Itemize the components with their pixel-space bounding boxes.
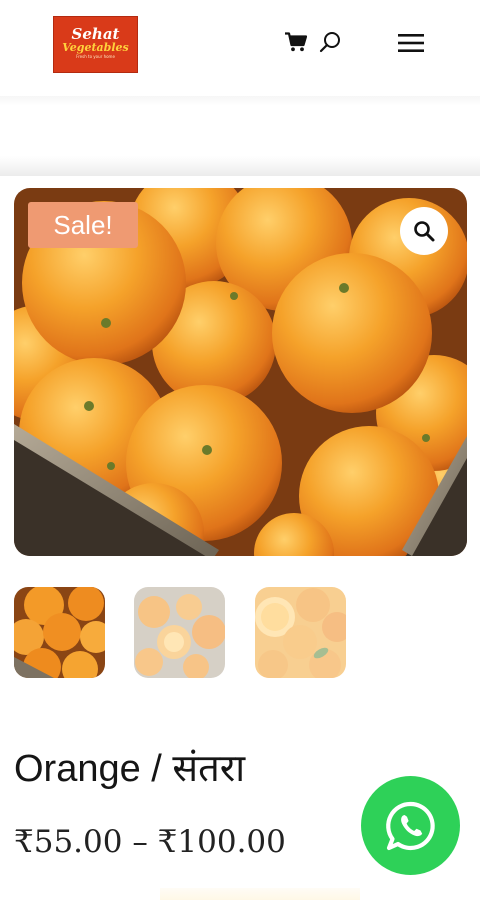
sale-badge: Sale! [28,202,138,248]
site-header: Sehat Vegetables Fresh to your home [0,0,480,96]
header-spacer [0,96,480,176]
cart-icon[interactable] [285,32,307,52]
next-section-hint [160,888,360,900]
logo-text-vegetables: Vegetables [62,41,129,54]
whatsapp-icon [385,801,435,850]
whatsapp-button[interactable] [361,776,460,875]
thumbnail-1[interactable] [14,587,105,678]
magnifier-icon [414,221,435,242]
product-title: Orange / संतरा [14,748,246,790]
search-icon[interactable] [318,30,342,54]
site-logo[interactable]: Sehat Vegetables Fresh to your home [53,16,138,73]
product-price: ₹55.00 – ₹100.00 [14,824,286,860]
logo-text-sehat: Sehat [71,25,120,43]
thumbnail-2[interactable] [134,587,225,678]
thumbnail-3[interactable] [255,587,346,678]
logo-tagline: Fresh to your home [76,54,115,59]
zoom-button[interactable] [400,207,448,255]
hamburger-menu-icon[interactable] [396,31,426,55]
